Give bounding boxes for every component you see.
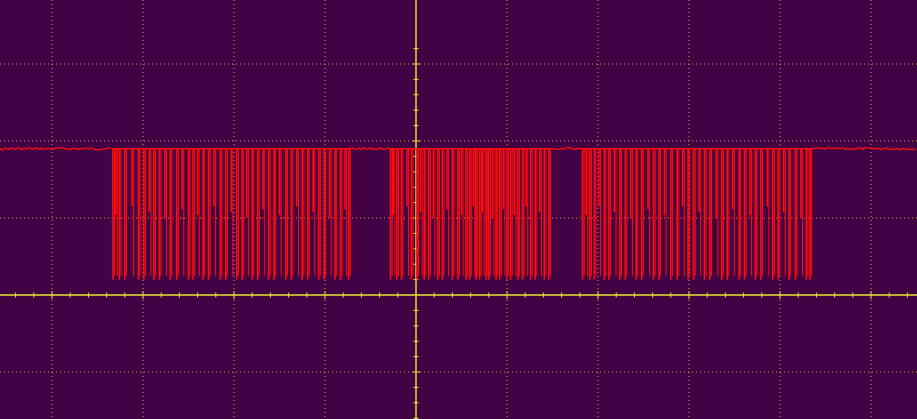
oscilloscope-screen xyxy=(0,0,917,419)
